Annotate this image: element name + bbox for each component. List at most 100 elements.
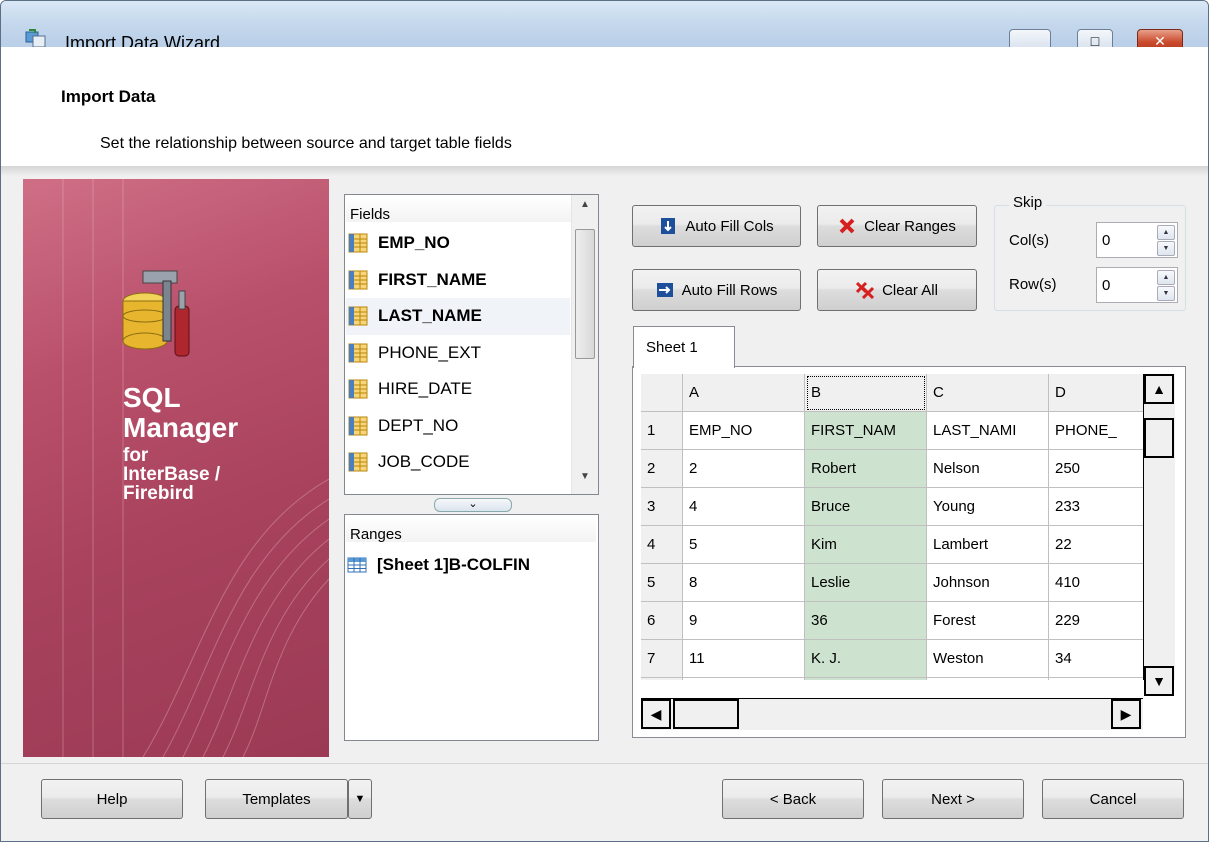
grid-cell[interactable]: FIRST_NAM — [805, 412, 927, 450]
grid-cell[interactable]: 2 — [683, 450, 805, 488]
grid-cell[interactable]: 12 — [683, 678, 805, 680]
next-label: Next > — [931, 790, 975, 808]
scroll-up-arrow-icon[interactable]: ▲ — [1144, 374, 1174, 404]
row-header[interactable]: 2 — [641, 450, 683, 488]
scroll-left-arrow-icon[interactable]: ◀ — [641, 699, 671, 729]
grid-cell[interactable]: Forest — [927, 602, 1049, 640]
grid-cell[interactable]: Robert — [805, 450, 927, 488]
help-button[interactable]: Help — [41, 779, 183, 819]
grid-cell[interactable]: Weston — [927, 640, 1049, 678]
grid-horizontal-scrollbar[interactable]: ◀ ▶ — [641, 698, 1143, 730]
cancel-button[interactable]: Cancel — [1042, 779, 1184, 819]
auto-fill-rows-button[interactable]: Auto Fill Rows — [632, 269, 801, 311]
grid-cell[interactable]: 250 — [1049, 450, 1143, 488]
field-label: EMP_NO — [378, 233, 450, 253]
scroll-down-arrow-icon[interactable]: ▼ — [572, 471, 598, 491]
skip-rows-value: 0 — [1102, 277, 1111, 294]
grid-cell[interactable]: Leslie — [805, 564, 927, 602]
scroll-up-arrow-icon[interactable]: ▲ — [572, 199, 598, 219]
step-description: Set the relationship between source and … — [100, 135, 512, 152]
spin-down-icon[interactable]: ▼ — [1157, 241, 1175, 256]
grid-row: 812TerriLee256 — [641, 678, 1143, 680]
grid-cell[interactable]: 34 — [1049, 640, 1143, 678]
grid-cell[interactable]: 233 — [1049, 488, 1143, 526]
fields-scroll-thumb[interactable] — [575, 229, 595, 359]
ranges-list-panel[interactable]: Ranges [Sheet 1]B-COLFIN — [344, 514, 599, 741]
grid-cell[interactable]: Bruce — [805, 488, 927, 526]
grid-cell[interactable]: 9 — [683, 602, 805, 640]
grid-cell[interactable]: 22 — [1049, 526, 1143, 564]
field-item[interactable]: FIRST_NAME — [346, 262, 570, 299]
fields-list-panel[interactable]: Fields EMP_NO FIRST_NAME LAST_NAME PHONE_EX… — [344, 194, 599, 495]
grid-cell[interactable]: Lambert — [927, 526, 1049, 564]
grid-cell[interactable]: Lee — [927, 678, 1049, 680]
templates-dropdown-button[interactable]: ▼ — [348, 779, 372, 819]
spreadsheet-grid[interactable]: A B C D 1 EMP_NO FIRST_NAM LAST_NAMI PHONE_ 2 2 Rob… — [641, 374, 1143, 680]
grid-cell[interactable]: EMP_NO — [683, 412, 805, 450]
red-x-icon — [839, 218, 855, 234]
grid-cell[interactable]: K. J. — [805, 640, 927, 678]
column-header[interactable]: B — [805, 374, 927, 412]
clear-all-button[interactable]: Clear All — [817, 269, 977, 311]
grid-cell[interactable]: 5 — [683, 526, 805, 564]
skip-cols-spinner[interactable]: 0 ▲ ▼ — [1096, 222, 1178, 258]
grid-cell[interactable]: Young — [927, 488, 1049, 526]
tab-sheet-1[interactable]: Sheet 1 — [633, 326, 735, 368]
grid-cell[interactable]: Kim — [805, 526, 927, 564]
row-header[interactable]: 1 — [641, 412, 683, 450]
field-item[interactable]: LAST_NAME — [346, 298, 570, 335]
grid-vertical-scrollbar[interactable]: ▲ ▼ — [1143, 374, 1175, 696]
grid-cell[interactable]: 4 — [683, 488, 805, 526]
grid-cell[interactable]: LAST_NAMI — [927, 412, 1049, 450]
grid-corner-cell[interactable] — [641, 374, 683, 412]
back-label: < Back — [769, 790, 817, 808]
field-item[interactable]: HIRE_DATE — [346, 371, 570, 408]
grid-cell[interactable]: 410 — [1049, 564, 1143, 602]
templates-button[interactable]: Templates — [205, 779, 348, 819]
ranges-header: Ranges — [346, 516, 596, 543]
grid-cell[interactable]: 36 — [805, 602, 927, 640]
field-item[interactable]: JOB_CODE — [346, 444, 570, 481]
grid-hscroll-thumb[interactable] — [673, 699, 739, 729]
grid-vscroll-thumb[interactable] — [1144, 418, 1174, 458]
grid-cell[interactable]: Nelson — [927, 450, 1049, 488]
fields-list[interactable]: EMP_NO FIRST_NAME LAST_NAME PHONE_EXT HIRE_D… — [346, 225, 570, 481]
panel-splitter[interactable]: ⌄ — [434, 498, 512, 512]
skip-rows-spinner[interactable]: 0 ▲ ▼ — [1096, 267, 1178, 303]
column-header[interactable]: D — [1049, 374, 1143, 412]
row-header[interactable]: 4 — [641, 526, 683, 564]
range-item[interactable]: [Sheet 1]B-COLFIN — [347, 555, 530, 575]
grid-cell[interactable]: 8 — [683, 564, 805, 602]
cancel-label: Cancel — [1089, 790, 1137, 808]
fields-scrollbar[interactable]: ▲ ▼ — [571, 195, 598, 494]
row-header[interactable]: 8 — [641, 678, 683, 680]
footer-separator — [1, 763, 1208, 764]
grid-cell[interactable]: PHONE_ — [1049, 412, 1143, 450]
skip-cols-value: 0 — [1102, 232, 1111, 249]
back-button[interactable]: < Back — [722, 779, 864, 819]
column-header[interactable]: C — [927, 374, 1049, 412]
auto-fill-cols-button[interactable]: Auto Fill Cols — [632, 205, 801, 247]
grid-cell[interactable]: 256 — [1049, 678, 1143, 680]
grid-cell[interactable]: Johnson — [927, 564, 1049, 602]
field-item[interactable]: EMP_NO — [346, 225, 570, 262]
row-header[interactable]: 5 — [641, 564, 683, 602]
grid-cell[interactable]: Terri — [805, 678, 927, 680]
row-header[interactable]: 3 — [641, 488, 683, 526]
spin-up-icon[interactable]: ▲ — [1157, 225, 1175, 240]
scroll-down-arrow-icon[interactable]: ▼ — [1144, 666, 1174, 696]
row-header[interactable]: 6 — [641, 602, 683, 640]
spin-up-icon[interactable]: ▲ — [1157, 270, 1175, 285]
next-button[interactable]: Next > — [882, 779, 1024, 819]
grid-cell[interactable]: 11 — [683, 640, 805, 678]
field-item[interactable]: PHONE_EXT — [346, 335, 570, 372]
row-header[interactable]: 7 — [641, 640, 683, 678]
product-name: SQL Manager for InterBase / Firebird — [123, 384, 238, 504]
column-header[interactable]: A — [683, 374, 805, 412]
spin-down-icon[interactable]: ▼ — [1157, 286, 1175, 301]
grid-cell[interactable]: 229 — [1049, 602, 1143, 640]
product-name-line3: for — [123, 445, 149, 466]
clear-ranges-button[interactable]: Clear Ranges — [817, 205, 977, 247]
field-item[interactable]: DEPT_NO — [346, 408, 570, 445]
scroll-right-arrow-icon[interactable]: ▶ — [1111, 699, 1141, 729]
